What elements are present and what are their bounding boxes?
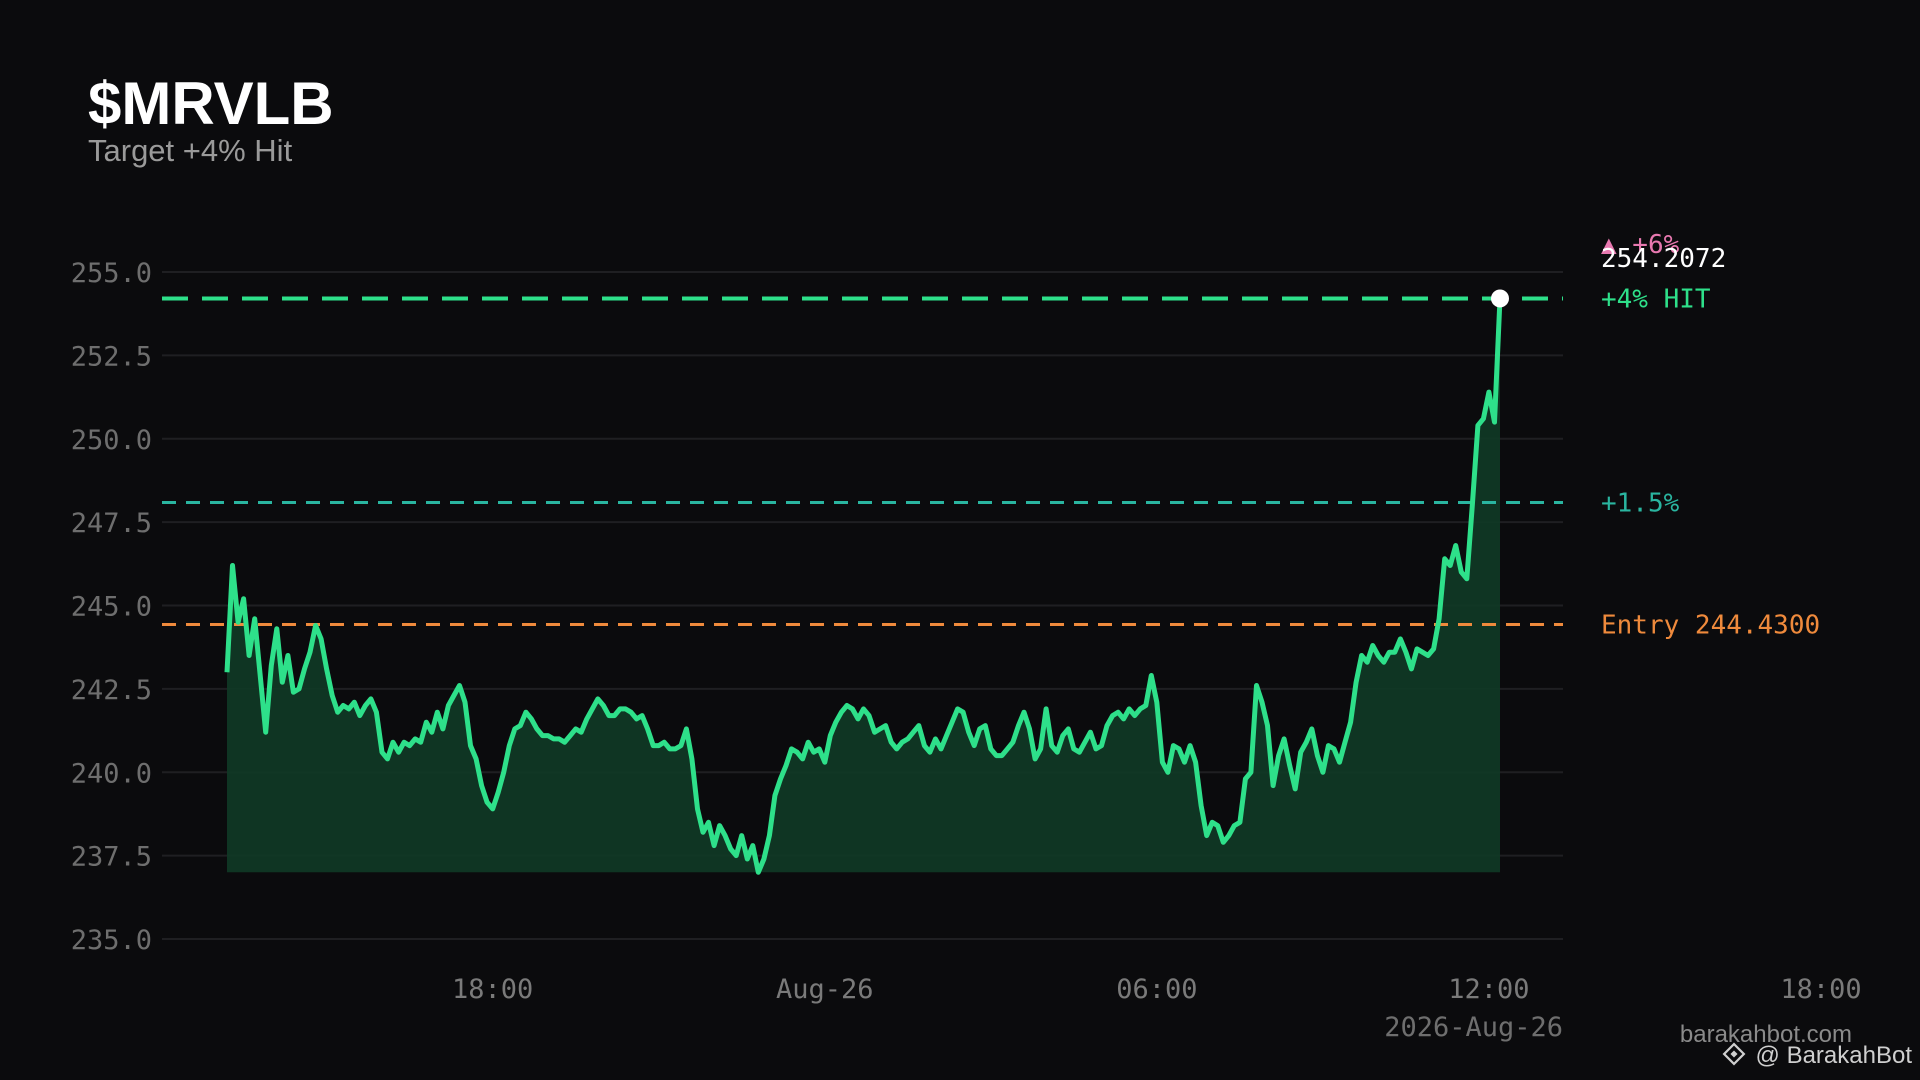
level-label-4: +4% HIT <box>1601 284 1711 314</box>
y-tick-label: 240.0 <box>71 758 152 789</box>
chart-subtitle: Target +4% Hit <box>88 133 293 168</box>
y-tick-label: 247.5 <box>71 508 152 539</box>
level-labels: ▲ +6%+4% HIT+1.5%Entry 244.4300 <box>1601 230 1820 641</box>
x-tick-label: 18:00 <box>452 974 533 1005</box>
footer-handle: @ BarakahBot <box>1756 1042 1913 1069</box>
x-tick-label: 06:00 <box>1116 974 1197 1005</box>
date-label: 2026-Aug-26 <box>1384 1012 1563 1043</box>
x-tick-label: 18:00 <box>1780 974 1861 1005</box>
target-levels <box>162 296 1563 627</box>
x-axis-ticks: 18:00 Aug-26 06:00 12:00 18:00 <box>452 974 1862 1005</box>
last-price-marker <box>1491 289 1509 308</box>
y-tick-label: 245.0 <box>71 592 152 623</box>
y-tick-label: 252.5 <box>71 341 152 372</box>
y-axis-ticks: 255.0 252.5 250.0 247.5 245.0 242.5 240.0 237.5… <box>71 258 152 956</box>
level-label-15: +1.5% <box>1601 488 1680 518</box>
y-tick-label: 250.0 <box>71 425 152 456</box>
y-tick-label: 255.0 <box>71 258 152 289</box>
y-tick-label: 237.5 <box>71 842 152 873</box>
x-tick-label: Aug-26 <box>776 974 874 1005</box>
level-label-entry: Entry 244.4300 <box>1601 611 1820 641</box>
last-price-label: 254.2072 <box>1601 244 1726 274</box>
chart-title: $MRVLB <box>88 70 334 137</box>
price-area-fill <box>227 298 1500 873</box>
price-chart: $MRVLB Target +4% Hit 255.0 252.5 250.0 247… <box>71 70 1913 1069</box>
y-tick-label: 242.5 <box>71 675 152 706</box>
y-tick-label: 235.0 <box>71 925 152 956</box>
x-tick-label: 12:00 <box>1448 974 1529 1005</box>
